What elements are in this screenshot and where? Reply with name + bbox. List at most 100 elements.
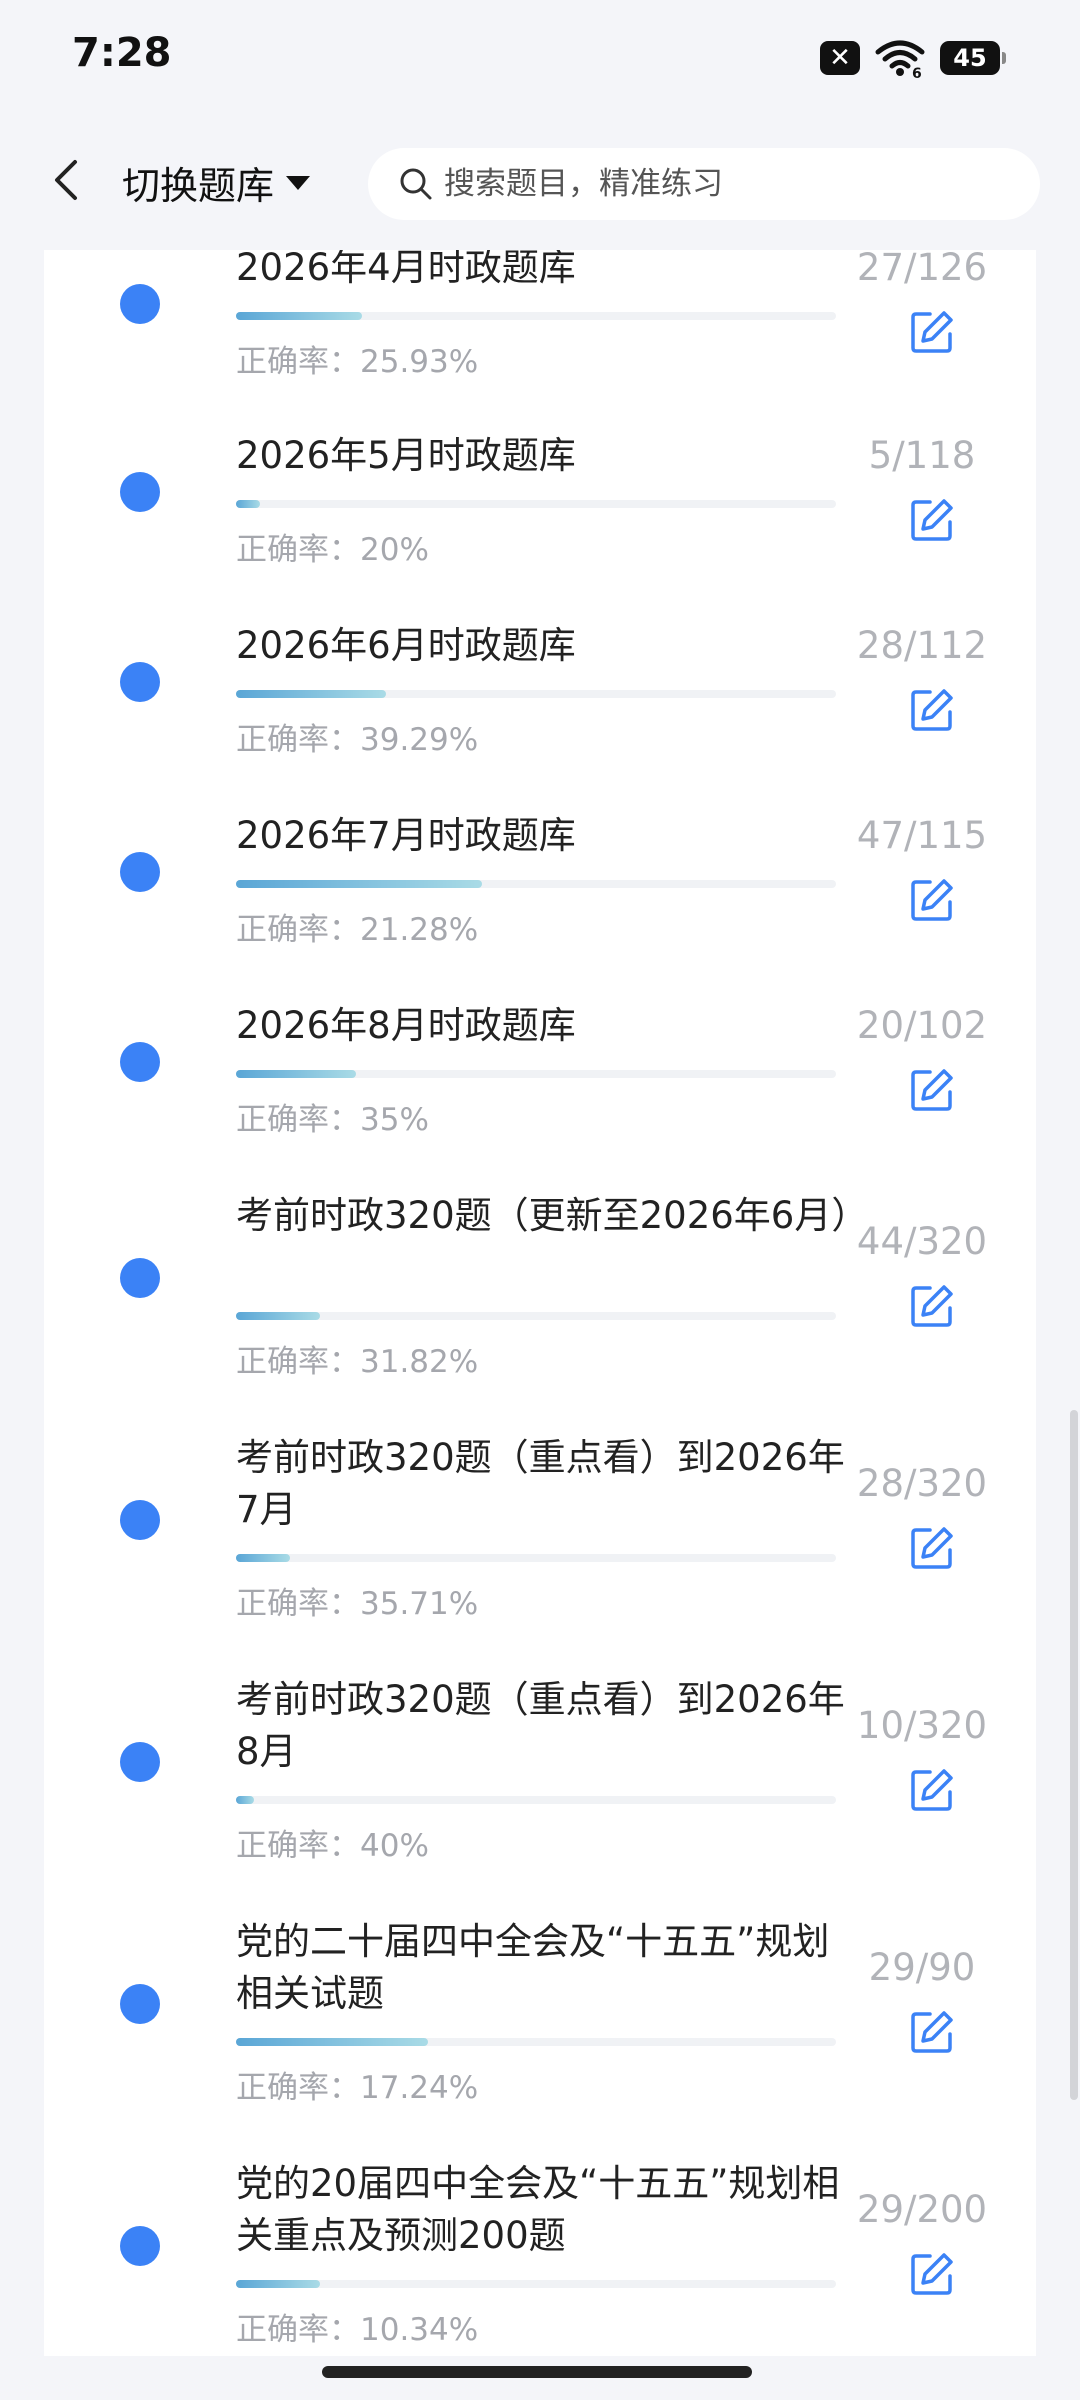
accuracy-label: 正确率： (236, 532, 360, 568)
accuracy-text: 正确率：25.93% (236, 336, 478, 381)
accuracy-label: 正确率： (236, 2070, 360, 2106)
accuracy-text: 正确率：40% (236, 1820, 429, 1865)
progress-fill (236, 1796, 254, 1804)
accuracy-value: 31.82% (360, 1344, 479, 1380)
accuracy-value: 21.28% (360, 912, 479, 948)
edit-icon[interactable] (908, 308, 956, 356)
search-box[interactable] (368, 148, 1040, 220)
progress-fill (236, 1312, 320, 1320)
status-dot (120, 284, 160, 324)
accuracy-label: 正确率： (236, 912, 360, 948)
list-item[interactable]: 2026年8月时政题库 正确率：35% 20/102 (44, 1000, 1036, 1162)
list-item[interactable]: 2026年6月时政题库 正确率：39.29% 28/112 (44, 620, 1036, 782)
progress-count: 5/118 (868, 434, 976, 477)
accuracy-value: 40% (360, 1828, 429, 1864)
progress-count: 28/320 (856, 1462, 988, 1505)
item-title: 2026年7月时政题库 (236, 814, 576, 857)
progress-bar (236, 2280, 836, 2288)
list-item[interactable]: 2026年7月时政题库正确率：21.28% 47/115 (44, 810, 1036, 972)
question-bank-list: 2026年4月时政题库 正确率：25.93% 27/126 2026年5月时政题库 正确… (44, 250, 1036, 2356)
status-dot (120, 852, 160, 892)
accuracy-label: 正确率： (236, 1344, 360, 1380)
header: 切换题库 (0, 120, 1080, 250)
caret-down-icon (286, 175, 311, 190)
list-item[interactable]: 2026年4月时政题库 正确率：25.93% 27/126 (44, 250, 1036, 404)
accuracy-value: 10.34% (360, 2312, 479, 2348)
accuracy-value: 25.93% (360, 344, 479, 380)
item-title: 2026年5月时政题库 (236, 434, 576, 477)
item-title: 2026年8月时政题库 (236, 1004, 576, 1047)
status-time: 7:28 (72, 30, 172, 76)
progress-fill (236, 312, 362, 320)
progress-fill (236, 500, 260, 508)
edit-icon[interactable] (908, 2008, 956, 2056)
edit-icon[interactable] (908, 496, 956, 544)
battery-icon: 45 (940, 41, 1006, 75)
status-icons: ✕ 6 45 (820, 38, 1006, 78)
scrollbar[interactable] (1070, 1410, 1078, 2100)
accuracy-text: 正确率：31.82% (236, 1336, 478, 1381)
progress-count: 20/102 (856, 1004, 988, 1047)
wifi-6-icon: 6 (875, 40, 925, 78)
list-item[interactable]: 考前时政320题（重点看）到2026年7月 正确率：35.71% 28/320 (44, 1432, 1036, 1646)
status-dot (120, 662, 160, 702)
battery-level: 45 (953, 44, 987, 72)
edit-icon[interactable] (908, 1066, 956, 1114)
status-dot (120, 1984, 160, 2024)
list-item[interactable]: 党的二十届四中全会及“十五五”规划相关试题 正确率：17.24% 29/90 (44, 1916, 1036, 2130)
accuracy-text: 正确率：10.34% (236, 2304, 478, 2349)
status-dot (120, 2226, 160, 2266)
progress-fill (236, 880, 482, 888)
progress-fill (236, 2038, 428, 2046)
search-input[interactable] (442, 165, 1006, 203)
accuracy-text: 正确率：20% (236, 524, 429, 569)
item-title: 党的二十届四中全会及“十五五”规划相关试题 (236, 1920, 830, 2015)
item-title: 考前时政320题（重点看）到2026年8月 (236, 1678, 845, 1773)
edit-icon[interactable] (908, 1524, 956, 1572)
edit-icon[interactable] (908, 2250, 956, 2298)
accuracy-value: 17.24% (360, 2070, 479, 2106)
back-button[interactable] (36, 150, 96, 210)
progress-fill (236, 1070, 356, 1078)
accuracy-label: 正确率： (236, 2312, 360, 2348)
progress-count: 27/126 (856, 250, 988, 289)
status-bar: 7:28 ✕ 6 45 (0, 0, 1080, 120)
progress-count: 10/320 (856, 1704, 988, 1747)
home-indicator[interactable] (322, 2366, 752, 2378)
edit-icon[interactable] (908, 1766, 956, 1814)
progress-bar (236, 1312, 836, 1320)
item-title: 考前时政320题（更新至2026年6月） (236, 1194, 869, 1237)
accuracy-text: 正确率：35.71% (236, 1578, 478, 1623)
chevron-left-icon (55, 160, 77, 200)
progress-bar (236, 880, 836, 888)
accuracy-text: 正确率：17.24% (236, 2062, 478, 2107)
status-dot (120, 1042, 160, 1082)
progress-fill (236, 690, 386, 698)
progress-bar (236, 312, 836, 320)
accuracy-label: 正确率： (236, 344, 360, 380)
progress-bar (236, 1554, 836, 1562)
progress-bar (236, 1796, 836, 1804)
progress-bar (236, 690, 836, 698)
accuracy-label: 正确率： (236, 722, 360, 758)
item-title: 党的20届四中全会及“十五五”规划相关重点及预测200题 (236, 2162, 840, 2257)
progress-fill (236, 2280, 320, 2288)
progress-count: 47/115 (856, 814, 988, 857)
edit-icon[interactable] (908, 686, 956, 734)
progress-count: 29/200 (856, 2188, 988, 2231)
edit-icon[interactable] (908, 1282, 956, 1330)
list-item[interactable]: 考前时政320题（更新至2026年6月） 正确率：31.82% 44/320 (44, 1190, 1036, 1404)
accuracy-value: 20% (360, 532, 429, 568)
accuracy-value: 35.71% (360, 1586, 479, 1622)
list-item[interactable]: 党的20届四中全会及“十五五”规划相关重点及预测200题正确率：10.34% 29… (44, 2158, 1036, 2356)
status-dot (120, 1258, 160, 1298)
progress-count: 28/112 (856, 624, 988, 667)
switch-bank-dropdown[interactable]: 切换题库 (122, 155, 311, 210)
list-item[interactable]: 2026年5月时政题库 正确率：20% 5/118 (44, 430, 1036, 592)
status-dot (120, 472, 160, 512)
search-icon (396, 164, 436, 204)
edit-icon[interactable] (908, 876, 956, 924)
list-item[interactable]: 考前时政320题（重点看）到2026年8月正确率：40% 10/320 (44, 1674, 1036, 1888)
item-title: 2026年6月时政题库 (236, 624, 576, 667)
accuracy-label: 正确率： (236, 1828, 360, 1864)
